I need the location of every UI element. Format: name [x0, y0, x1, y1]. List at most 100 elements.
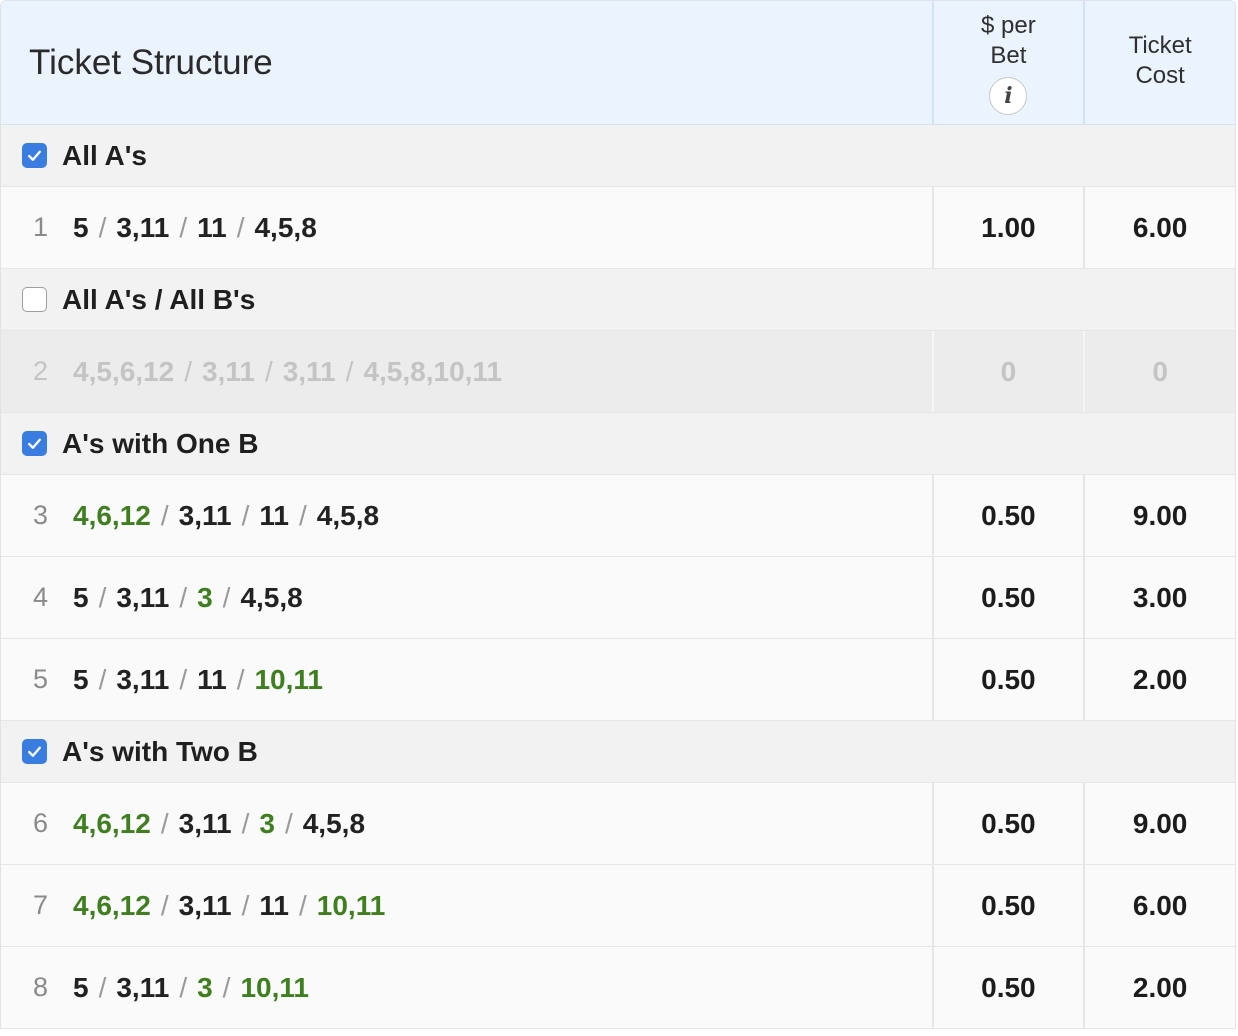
- leg-separator: /: [222, 971, 231, 1003]
- leg-separator: /: [179, 211, 188, 243]
- per-bet-value: 0: [931, 331, 1084, 412]
- leg-separator: /: [284, 807, 293, 839]
- group-checkbox[interactable]: [22, 739, 47, 764]
- ticket-leg: 11: [259, 499, 289, 531]
- ticket-row-number: 8: [33, 972, 49, 1002]
- group-label: All A's: [62, 139, 147, 171]
- leg-separator: /: [184, 355, 192, 387]
- ticket-leg: 3,11: [178, 499, 232, 531]
- ticket-cost-value: 6.00: [1083, 187, 1235, 268]
- group-label: All A's / All B's: [62, 283, 256, 315]
- leg-separator: /: [179, 663, 188, 695]
- group-checkbox[interactable]: [22, 431, 47, 456]
- ticket-leg: 4,5,8: [302, 807, 366, 839]
- group-header: All A's: [1, 125, 1235, 187]
- leg-separator: /: [179, 971, 188, 1003]
- table-header: Ticket Structure $ per Bet i Ticket Cost: [1, 1, 1235, 125]
- ticket-cost-value: 9.00: [1083, 783, 1235, 864]
- ticket-cost-value: 2.00: [1083, 639, 1235, 720]
- ticket-legs: 5 / 3,11 / 11 / 10,11: [73, 664, 323, 696]
- leg-separator: /: [241, 889, 250, 921]
- ticket-leg: 3,11: [116, 663, 170, 695]
- leg-separator: /: [236, 211, 245, 243]
- ticket-cost-value: 6.00: [1083, 865, 1235, 946]
- ticket-leg: 11: [259, 889, 289, 921]
- leg-separator: /: [222, 581, 231, 613]
- ticket-cost-header: Ticket Cost: [1083, 1, 1235, 124]
- ticket-leg: 3,11: [178, 889, 232, 921]
- ticket-legs-cell: 4 5 / 3,11 / 3 / 4,5,8: [1, 557, 932, 638]
- ticket-legs: 5 / 3,11 / 3 / 4,5,8: [73, 582, 303, 614]
- ticket-leg: 3,11: [201, 355, 255, 387]
- ticket-leg: 10,11: [316, 889, 386, 921]
- ticket-legs: 4,6,12 / 3,11 / 11 / 4,5,8: [73, 500, 379, 532]
- ticket-leg: 4,5,6,12: [73, 355, 175, 387]
- ticket-leg: 4,6,12: [73, 889, 151, 921]
- leg-separator: /: [98, 211, 107, 243]
- table-body: All A's 1 5/3,11/11/4,5,8 1.00 6.00 All A's /…: [1, 125, 1235, 1029]
- leg-separator: /: [298, 889, 307, 921]
- ticket-leg: 3,11: [282, 355, 336, 387]
- leg-separator: /: [179, 581, 188, 613]
- ticket-leg: 3,11: [178, 807, 232, 839]
- ticket-legs-cell: 2 4,5,6,12 / 3,11 / 3,11 / 4,5,8,10,11: [1, 331, 932, 412]
- ticket-leg: 4,6,12: [73, 499, 151, 531]
- ticket-row: 2 4,5,6,12 / 3,11 / 3,11 / 4,5,8,10,11 0 0: [1, 331, 1235, 413]
- ticket-row-number: 5: [33, 664, 49, 694]
- ticket-row: 4 5 / 3,11 / 3 / 4,5,8 0.50 3.00: [1, 557, 1235, 639]
- ticket-row-number: 6: [33, 808, 49, 838]
- leg-separator: /: [98, 581, 107, 613]
- ticket-row-number: 3: [33, 500, 49, 530]
- checkmark-icon: [28, 746, 41, 757]
- ticket-cost-header-line2: Cost: [1135, 62, 1185, 89]
- info-icon[interactable]: i: [989, 76, 1028, 115]
- per-bet-header: $ per Bet i: [931, 1, 1084, 124]
- ticket-leg: 3: [197, 581, 213, 613]
- ticket-leg: 10,11: [240, 971, 309, 1003]
- ticket-leg: 4,5,8: [254, 211, 317, 243]
- leg-separator: /: [98, 663, 107, 695]
- group-label: A's with Two B: [62, 735, 258, 767]
- group-header: A's with One B: [1, 413, 1235, 475]
- group-label: A's with One B: [62, 427, 259, 459]
- ticket-row: 1 5 / 3,11 / 11 / 4,5,8 1.00 6.00: [1, 187, 1235, 269]
- per-bet-value: 0.50: [931, 557, 1084, 638]
- group-checkbox[interactable]: [22, 143, 47, 168]
- checkmark-icon: [28, 150, 41, 161]
- per-bet-value: 0.50: [931, 639, 1084, 720]
- per-bet-value: 1.00: [931, 187, 1084, 268]
- per-bet-value: 0.50: [931, 475, 1084, 556]
- ticket-row: 8 5 / 3,11 / 3 / 10,11 0.50 2.00: [1, 947, 1235, 1029]
- ticket-row-number: 1: [33, 212, 49, 242]
- ticket-row: 5 5 / 3,11 / 11 / 10,11 0.50 2.00: [1, 639, 1235, 721]
- leg-separator: /: [298, 499, 307, 531]
- per-bet-value: 0.50: [931, 865, 1084, 946]
- leg-separator: /: [241, 499, 250, 531]
- leg-separator: /: [236, 663, 245, 695]
- ticket-leg: 4,5,8: [316, 499, 380, 531]
- ticket-row-number: 4: [33, 582, 49, 612]
- ticket-leg: 3,11: [116, 211, 170, 243]
- ticket-leg: 5: [73, 581, 89, 613]
- per-bet-value: 0.50: [931, 783, 1084, 864]
- ticket-row: 7 4,6,12 / 3,11 / 11 / 10,11 0.50 6.00: [1, 865, 1235, 947]
- group-checkbox[interactable]: [22, 287, 47, 312]
- checkmark-icon: [28, 438, 41, 449]
- leg-separator: /: [345, 355, 354, 387]
- ticket-leg: 11: [197, 663, 227, 695]
- leg-separator: /: [264, 355, 273, 387]
- per-bet-value: 0.50: [931, 947, 1084, 1028]
- ticket-leg: 4,5,8,10,11: [363, 355, 503, 387]
- ticket-leg: 10,11: [254, 663, 324, 695]
- leg-separator: /: [98, 971, 107, 1003]
- ticket-cost-value: 0: [1083, 331, 1235, 412]
- ticket-leg: 5: [73, 211, 89, 243]
- group-header: A's with Two B: [1, 721, 1235, 783]
- ticket-cost-value: 9.00: [1083, 475, 1235, 556]
- ticket-legs: 4,6,12 / 3,11 / 11 / 10,11: [73, 890, 385, 922]
- header-title-cell: Ticket Structure: [1, 1, 932, 124]
- ticket-legs: 5 / 3,11 / 3 / 10,11: [73, 972, 309, 1004]
- leg-separator: /: [160, 499, 169, 531]
- ticket-row: 6 4,6,12 / 3,11 / 3 / 4,5,8 0.50 9.00: [1, 783, 1235, 865]
- ticket-cost-value: 2.00: [1083, 947, 1235, 1028]
